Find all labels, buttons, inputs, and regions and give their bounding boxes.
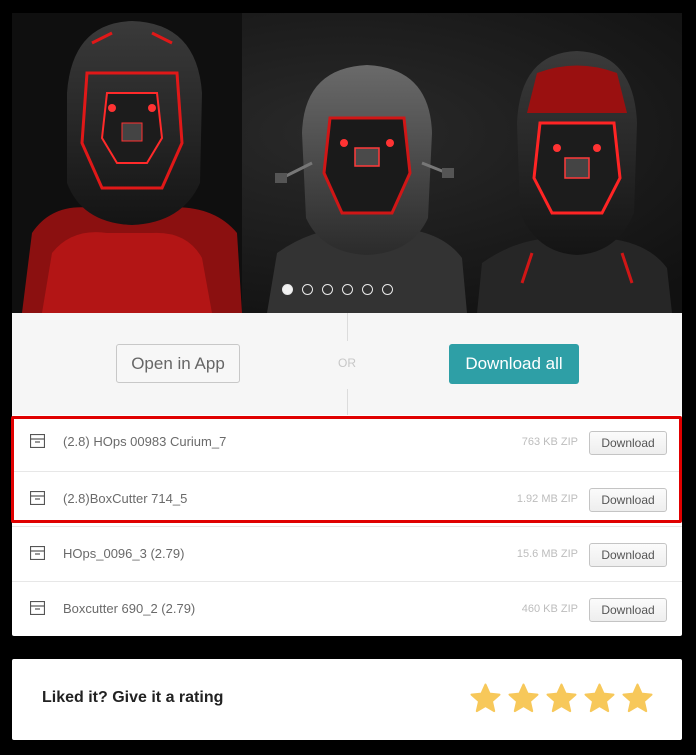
- archive-icon: [30, 491, 45, 505]
- archive-icon: [30, 601, 45, 615]
- file-row: (2.8) HOps 00983 Curium_7 763 KB ZIP Dow…: [12, 415, 682, 471]
- rating-panel: Liked it? Give it a rating: [12, 659, 682, 740]
- download-button[interactable]: Download: [589, 598, 667, 622]
- carousel-dot[interactable]: [381, 284, 393, 295]
- download-button[interactable]: Download: [589, 543, 667, 567]
- download-all-button[interactable]: Download all: [449, 344, 579, 384]
- carousel-dot[interactable]: [341, 284, 353, 295]
- archive-icon: [30, 434, 45, 448]
- rating-prompt: Liked it? Give it a rating: [42, 689, 224, 706]
- file-row: HOps_0096_3 (2.79) 15.6 MB ZIP Download: [12, 526, 682, 581]
- file-size: 1.92 MB ZIP: [516, 493, 578, 505]
- carousel-dot[interactable]: [281, 284, 293, 295]
- open-in-app-button[interactable]: Open in App: [116, 344, 240, 383]
- carousel-dot[interactable]: [301, 284, 313, 295]
- star-icon[interactable]: [622, 683, 653, 714]
- file-name: (2.8)BoxCutter 714_5: [63, 491, 188, 506]
- file-name: HOps_0096_3 (2.79): [63, 546, 185, 561]
- file-name: Boxcutter 690_2 (2.79): [63, 601, 196, 616]
- file-row: Boxcutter 690_2 (2.79) 460 KB ZIP Downlo…: [12, 581, 682, 636]
- download-button[interactable]: Download: [589, 431, 667, 455]
- star-icon[interactable]: [546, 683, 577, 714]
- star-icon[interactable]: [470, 683, 501, 714]
- carousel-dot[interactable]: [321, 284, 333, 295]
- star-icon[interactable]: [584, 683, 615, 714]
- file-list: (2.8) HOps 00983 Curium_7 763 KB ZIP Dow…: [12, 415, 682, 636]
- file-size: 763 KB ZIP: [521, 436, 578, 448]
- file-row: (2.8)BoxCutter 714_5 1.92 MB ZIP Downloa…: [12, 471, 682, 526]
- or-separator: OR: [338, 356, 356, 370]
- vertical-divider-bottom: [347, 389, 348, 415]
- download-actions-panel: Open in App OR Download all: [12, 313, 682, 415]
- file-name: (2.8) HOps 00983 Curium_7: [63, 434, 227, 449]
- vertical-divider-top: [347, 313, 348, 341]
- robot-heads-illustration: [12, 13, 682, 313]
- archive-icon: [30, 546, 45, 560]
- carousel-pagination: [12, 284, 682, 295]
- star-rating: [470, 683, 653, 714]
- file-size: 460 KB ZIP: [521, 603, 578, 615]
- carousel-dot[interactable]: [361, 284, 373, 295]
- star-icon[interactable]: [508, 683, 539, 714]
- download-button[interactable]: Download: [589, 488, 667, 512]
- hero-image-carousel[interactable]: [12, 13, 682, 313]
- file-size: 15.6 MB ZIP: [516, 548, 578, 560]
